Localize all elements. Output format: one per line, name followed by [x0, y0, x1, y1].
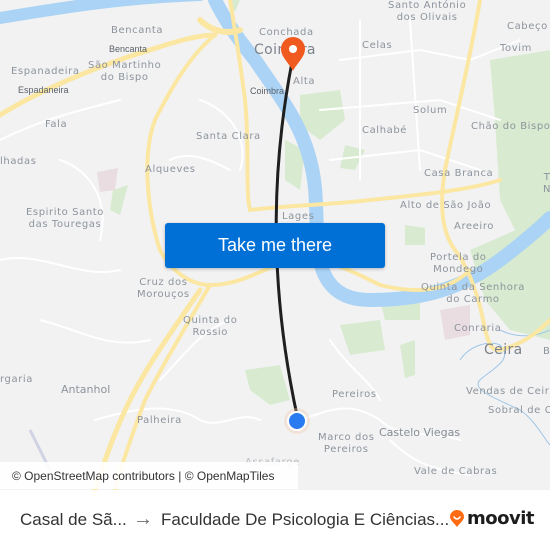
- place-label: Alto de São João: [400, 200, 492, 211]
- place-label: Ceira: [484, 342, 523, 358]
- road: [319, 98, 501, 121]
- place-label: Sobral de C: [488, 405, 550, 416]
- place-label: Vendas de Ceira: [466, 386, 550, 397]
- place-label: Areeiro: [454, 221, 495, 232]
- place-label: Castelo Viegas: [379, 426, 461, 439]
- place-label: Quinta do Rossio: [183, 315, 238, 338]
- take-me-there-button[interactable]: Take me there: [165, 223, 385, 268]
- place-label: Pereiros: [332, 389, 377, 400]
- place-label: Fala: [45, 119, 68, 130]
- place-label: T N: [543, 172, 550, 195]
- place-label: Santo António dos Olivais: [388, 0, 467, 23]
- place-label: Lages: [282, 211, 315, 222]
- place-label: Alqueves: [145, 164, 196, 175]
- place-label: Antanhol: [61, 383, 111, 396]
- place-label: Alta: [293, 76, 316, 87]
- place-label: Calhabé: [362, 125, 408, 136]
- map[interactable]: Bencanta Bencanta Espanadeira Espadaneir…: [0, 0, 550, 490]
- road: [0, 256, 121, 274]
- place-label: Portela do Mondego: [430, 252, 487, 275]
- place-label: Cabeço: [507, 21, 548, 32]
- zone: [97, 168, 118, 192]
- place-label: Santa Clara: [196, 131, 261, 142]
- route-footer: Casal de Sã... → Faculdade De Psicologia…: [0, 490, 550, 550]
- place-label: rgaria: [0, 374, 34, 385]
- river-mondego-west: [0, 0, 204, 24]
- moovit-logo[interactable]: moovit: [449, 508, 535, 529]
- attribution-separator: |: [174, 468, 185, 483]
- moovit-wordmark: moovit: [467, 508, 535, 529]
- place-label: Espadaneira: [18, 85, 69, 95]
- place-label: Marco dos Pereiros: [318, 432, 375, 455]
- place-label: Bencanta: [111, 25, 164, 36]
- place-label: São Martinho do Bispo: [88, 60, 162, 83]
- place-label: Casa Branca: [424, 168, 494, 179]
- place-label: Espirito Santo das Touregas: [26, 207, 105, 230]
- origin-location-dot[interactable]: [287, 411, 307, 431]
- place-label: Solum: [413, 105, 448, 116]
- arrow-right-icon: →: [133, 508, 153, 530]
- place-label: Coimbra: [250, 86, 285, 96]
- place-label: Celas: [362, 40, 393, 51]
- destination-stop-name: Faculdade De Psicologia E Ciências...: [161, 510, 450, 529]
- omt-attribution-link[interactable]: © OpenMapTiles: [185, 469, 275, 483]
- map-attribution: © OpenStreetMap contributors | © OpenMap…: [0, 462, 298, 489]
- park-area: [400, 340, 415, 378]
- origin-stop-name: Casal de Sã...: [20, 510, 127, 529]
- place-label: Quinta da Senhora do Carmo: [421, 282, 525, 305]
- place-label: B: [543, 346, 550, 357]
- place-label: Conraria: [454, 323, 502, 334]
- park-area: [245, 365, 290, 405]
- moovit-pin-icon: [450, 509, 464, 527]
- road: [409, 19, 421, 171]
- place-label: Espanadeira: [11, 66, 80, 77]
- place-label: Tovim: [500, 43, 532, 54]
- park-area: [405, 225, 425, 245]
- place-label: Vale de Cabras: [414, 466, 498, 477]
- park-area: [340, 320, 385, 355]
- place-label: Palheira: [137, 415, 182, 426]
- road: [39, 319, 151, 344]
- place-label: lhadas: [0, 156, 37, 167]
- place-label: Bencanta: [109, 44, 148, 54]
- place-label: Cruz dos Morouços: [137, 277, 190, 300]
- osm-attribution-link[interactable]: © OpenStreetMap contributors: [12, 469, 175, 483]
- destination-pin-icon[interactable]: [279, 36, 307, 72]
- place-label: Chão do Bispo: [471, 121, 550, 132]
